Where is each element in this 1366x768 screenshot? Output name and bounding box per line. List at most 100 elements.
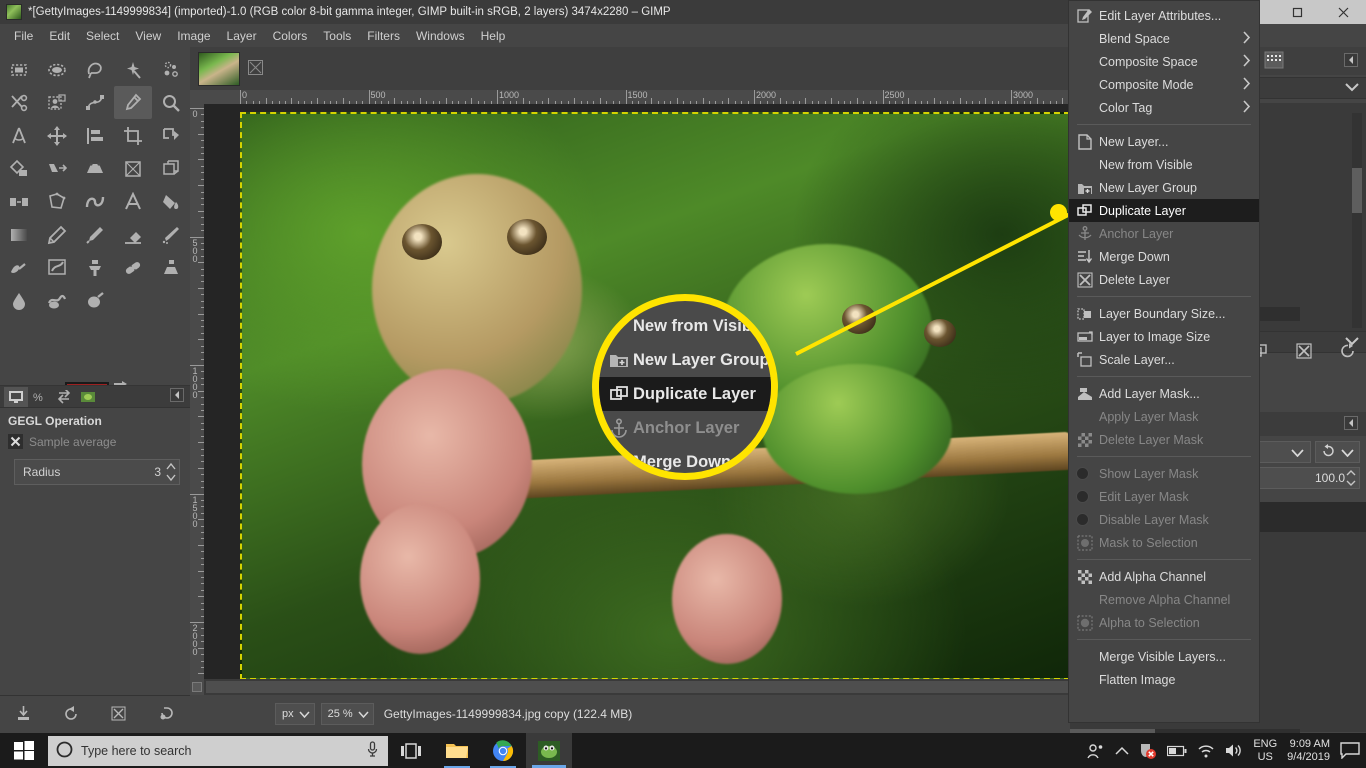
reset-options-icon[interactable] [158, 705, 175, 725]
brushes-dock-icon[interactable] [1264, 51, 1284, 72]
people-icon[interactable] [1087, 743, 1105, 759]
menu-item-delete-layer[interactable]: Delete Layer [1069, 268, 1259, 291]
menu-edit[interactable]: Edit [41, 27, 78, 45]
scale-icon[interactable] [0, 152, 38, 185]
menu-item-add-alpha-channel[interactable]: Add Alpha Channel [1069, 565, 1259, 588]
image-canvas[interactable]: New from Visible New Layer Group Duplica… [204, 104, 1070, 679]
restore-options-icon[interactable] [63, 705, 80, 725]
foreground-select-icon[interactable] [38, 86, 76, 119]
menu-item-new-from-visible[interactable]: New from Visible [1069, 153, 1259, 176]
flip-icon[interactable] [0, 185, 38, 218]
menu-item-scale-layer[interactable]: Scale Layer... [1069, 348, 1259, 371]
menu-item-new-layer[interactable]: New Layer... [1069, 130, 1259, 153]
refresh-icon[interactable] [1340, 343, 1356, 362]
menu-select[interactable]: Select [78, 27, 127, 45]
search-input[interactable]: Type here to search [48, 735, 388, 766]
menu-item-delete-layer-mask[interactable]: Delete Layer Mask [1069, 428, 1259, 451]
mypaint-brush-icon[interactable] [38, 251, 76, 284]
microphone-icon[interactable] [365, 741, 380, 760]
layer-context-menu[interactable]: Edit Layer Attributes... Blend Space Compo… [1068, 0, 1260, 723]
menu-item-flatten-image[interactable]: Flatten Image [1069, 668, 1259, 691]
task-view-icon[interactable] [388, 733, 434, 768]
airbrush-icon[interactable] [152, 218, 190, 251]
wifi-icon[interactable] [1197, 744, 1215, 758]
ink-icon[interactable] [0, 251, 38, 284]
cage-transform-icon[interactable] [38, 185, 76, 218]
menu-image[interactable]: Image [169, 27, 218, 45]
tab-undo-history[interactable] [52, 387, 76, 407]
chrome-icon[interactable] [480, 733, 526, 768]
radius-spinner[interactable]: Radius 3 [14, 459, 180, 485]
shear-icon[interactable] [38, 152, 76, 185]
chevron-down-icon[interactable] [1344, 81, 1360, 95]
smudge-icon[interactable] [38, 284, 76, 317]
menu-item-remove-alpha-channel[interactable]: Remove Alpha Channel [1069, 588, 1259, 611]
menu-item-layer-to-image-size[interactable]: Layer to Image Size [1069, 325, 1259, 348]
menu-item-merge-visible-layers[interactable]: Merge Visible Layers... [1069, 645, 1259, 668]
canvas-horizontal-scrollbar[interactable] [204, 679, 1070, 695]
bucket-fill-icon[interactable] [152, 185, 190, 218]
move-icon[interactable] [38, 119, 76, 152]
zoom-icon[interactable] [152, 86, 190, 119]
menu-layer[interactable]: Layer [219, 27, 265, 45]
menu-item-duplicate-layer[interactable]: Duplicate Layer [1069, 199, 1259, 222]
menu-item-composite-mode[interactable]: Composite Mode [1069, 73, 1259, 96]
scissors-select-icon[interactable] [0, 86, 38, 119]
perspective-icon[interactable] [76, 152, 114, 185]
heal-icon[interactable] [114, 251, 152, 284]
align-icon[interactable] [76, 119, 114, 152]
blur-sharpen-icon[interactable] [0, 284, 38, 317]
close-window-button[interactable] [1320, 0, 1366, 24]
delete-icon[interactable] [1296, 343, 1312, 362]
menu-item-layer-boundary-size[interactable]: Layer Boundary Size... [1069, 302, 1259, 325]
file-explorer-icon[interactable] [434, 733, 480, 768]
opacity-stepper[interactable] [1345, 469, 1357, 487]
quick-navigate-icon[interactable] [190, 679, 204, 695]
perspective-clone-icon[interactable] [152, 251, 190, 284]
free-select-icon[interactable] [76, 53, 114, 86]
crop-icon[interactable] [114, 119, 152, 152]
text-icon[interactable] [114, 185, 152, 218]
scrollbar-thumb[interactable] [206, 681, 1068, 693]
tab-images[interactable] [76, 387, 100, 407]
reset-icon[interactable] [8, 434, 23, 449]
gradient-icon[interactable] [0, 218, 38, 251]
rect-select-icon[interactable] [0, 53, 38, 86]
clock[interactable]: 9:09 AM 9/4/2019 [1287, 738, 1330, 764]
scrollbar-thumb[interactable] [1352, 168, 1362, 213]
menu-item-blend-space[interactable]: Blend Space [1069, 27, 1259, 50]
zoom-combo[interactable]: 25 % [320, 703, 374, 725]
dodge-burn-icon[interactable] [76, 284, 114, 317]
action-center-icon[interactable] [1340, 742, 1360, 759]
gimp-icon[interactable] [526, 733, 572, 768]
paintbrush-icon[interactable] [76, 218, 114, 251]
tab-device-status[interactable]: % [28, 387, 52, 407]
show-hidden-icons-icon[interactable] [1115, 746, 1129, 756]
security-alert-icon[interactable] [1139, 742, 1157, 760]
menu-item-alpha-to-selection[interactable]: Alpha to Selection [1069, 611, 1259, 634]
vertical-ruler[interactable]: 0 500 1000 1500 2000 [190, 104, 204, 679]
menu-item-disable-layer-mask[interactable]: Disable Layer Mask [1069, 508, 1259, 531]
close-tab-icon[interactable] [248, 59, 263, 78]
layer-mode-extra[interactable] [1315, 441, 1360, 463]
eraser-icon[interactable] [114, 218, 152, 251]
fuzzy-select-icon[interactable] [114, 53, 152, 86]
radius-stepper[interactable] [165, 462, 177, 482]
brush-list-scrollbar[interactable] [1352, 113, 1362, 328]
measure-icon[interactable] [0, 119, 38, 152]
reset-mode-icon[interactable] [1321, 443, 1335, 461]
collapse-dock-icon[interactable] [1344, 415, 1358, 433]
menu-filters[interactable]: Filters [359, 27, 408, 45]
delete-options-icon[interactable] [110, 705, 127, 725]
menu-tools[interactable]: Tools [315, 27, 359, 45]
menu-item-new-layer-group[interactable]: New Layer Group [1069, 176, 1259, 199]
language-indicator[interactable]: ENG US [1253, 738, 1277, 764]
clone-icon[interactable] [76, 251, 114, 284]
menu-item-show-layer-mask[interactable]: Show Layer Mask [1069, 462, 1259, 485]
horizontal-ruler[interactable]: 0 500 1000 1500 2000 2500 3000 [190, 90, 1070, 104]
menu-item-mask-to-selection[interactable]: Mask to Selection [1069, 531, 1259, 554]
menu-item-color-tag[interactable]: Color Tag [1069, 96, 1259, 119]
menu-item-apply-layer-mask[interactable]: Apply Layer Mask [1069, 405, 1259, 428]
menu-item-edit-layer-mask[interactable]: Edit Layer Mask [1069, 485, 1259, 508]
handle-transform-icon[interactable] [114, 152, 152, 185]
